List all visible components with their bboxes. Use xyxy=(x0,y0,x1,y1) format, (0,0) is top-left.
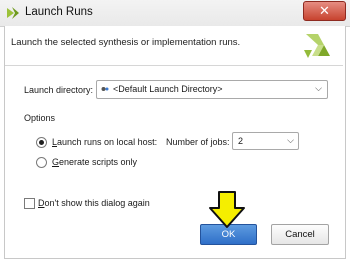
launch-directory-select[interactable]: <Default Launch Directory> ⌵ xyxy=(96,80,328,99)
chevron-down-icon: ⌵ xyxy=(315,83,322,93)
app-logo-icon xyxy=(7,7,19,19)
window-title: Launch Runs xyxy=(25,6,93,18)
generate-scripts-radio[interactable] xyxy=(36,157,47,168)
generate-scripts-label-rest: enerate scripts only xyxy=(59,157,138,167)
options-heading: Options xyxy=(24,113,56,123)
number-of-jobs-label: Number of jobs: xyxy=(166,137,230,147)
local-host-radio[interactable] xyxy=(36,137,47,148)
local-host-label-rest: aunch runs on local host: xyxy=(57,137,158,147)
header-description: Launch the selected synthesis or impleme… xyxy=(11,37,241,48)
number-of-jobs-value: 2 xyxy=(238,136,244,146)
dont-show-label[interactable]: Don't show this dialog again xyxy=(38,198,150,208)
highlight-arrow-icon xyxy=(209,191,245,228)
local-host-label[interactable]: Launch runs on local host: xyxy=(52,137,157,147)
generate-scripts-label[interactable]: Generate scripts only xyxy=(52,157,137,167)
folder-link-icon xyxy=(101,87,109,91)
title-bar: Launch Runs ✕ xyxy=(0,0,350,27)
close-button[interactable]: ✕ xyxy=(303,1,346,21)
number-of-jobs-select[interactable]: 2 ⌵ xyxy=(232,132,299,150)
dont-show-checkbox[interactable] xyxy=(24,198,35,209)
launch-directory-label: Launch directory: xyxy=(24,85,94,95)
dont-show-label-rest: on't show this dialog again xyxy=(44,198,150,208)
launch-directory-value: <Default Launch Directory> xyxy=(113,84,223,94)
cancel-button[interactable]: Cancel xyxy=(271,224,329,245)
chevron-down-icon: ⌵ xyxy=(287,135,294,145)
vivado-logo-icon xyxy=(304,34,330,58)
